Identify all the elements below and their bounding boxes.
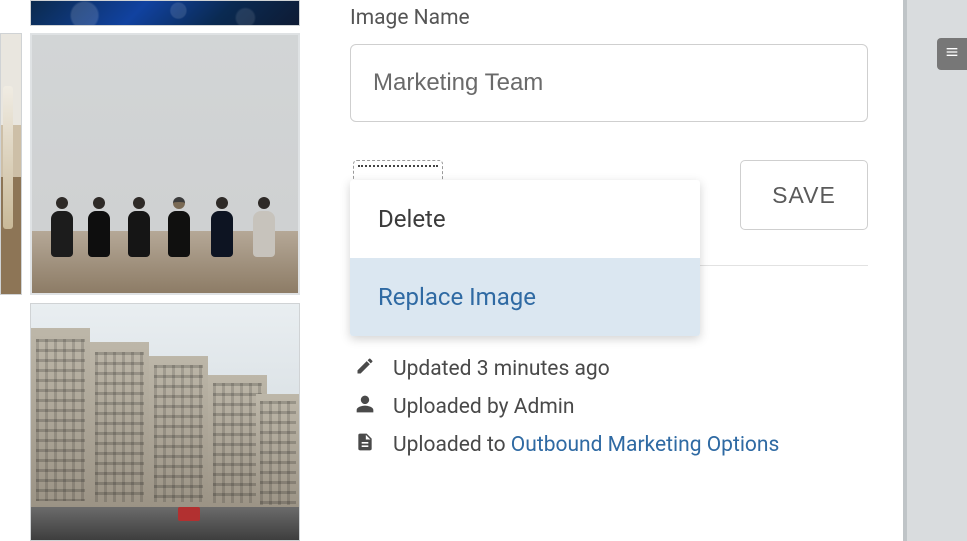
image-thumb[interactable] [30,303,300,541]
actions-menu: Delete Replace Image [350,180,700,336]
image-thumb-selected[interactable] [30,33,300,295]
menu-item-replace-image[interactable]: Replace Image [350,258,700,336]
pencil-icon [355,356,375,382]
meta-uploader: Uploaded by Admin [355,394,779,420]
document-icon [355,432,375,458]
meta-updated-text: Updated 3 minutes ago [393,357,610,381]
list-icon [944,44,960,64]
image-name-input[interactable] [350,44,868,122]
right-rail-button[interactable] [937,38,967,70]
meta-updated: Updated 3 minutes ago [355,356,779,382]
image-name-label: Image Name [350,6,470,30]
image-editor-panel: Image Name SAVE Delete Replace Image Upd… [320,0,902,541]
meta-uploader-prefix: Uploaded by [393,395,514,419]
meta-location-link[interactable]: Outbound Marketing Options [511,433,780,457]
meta-location-prefix: Uploaded to [393,433,511,457]
save-button[interactable]: SAVE [740,160,868,230]
meta-location: Uploaded to Outbound Marketing Options [355,432,779,458]
image-thumb[interactable] [30,0,300,26]
right-rail [907,0,967,541]
image-thumb[interactable] [0,33,22,295]
menu-item-delete[interactable]: Delete [350,180,700,258]
person-icon [355,394,375,420]
meta-uploader-name: Admin [514,395,575,419]
image-grid [0,0,314,541]
image-meta: Updated 3 minutes ago Uploaded by Admin … [355,356,779,470]
